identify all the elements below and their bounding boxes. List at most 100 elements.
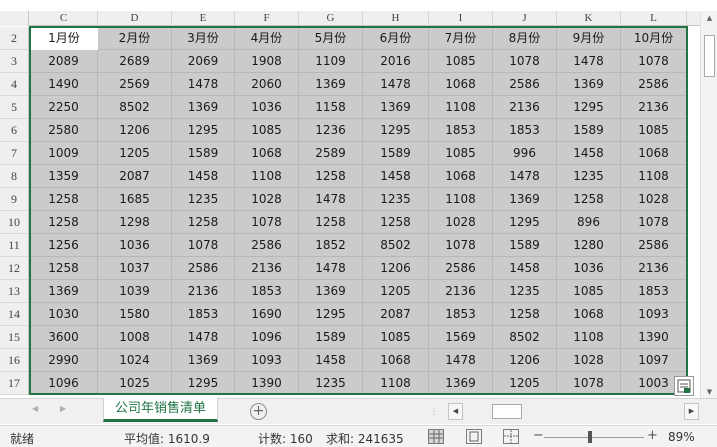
grid-cell[interactable]: 10月份 <box>621 27 687 50</box>
grid-cell[interactable]: 8502 <box>493 326 557 349</box>
grid-cell[interactable]: 1205 <box>98 142 172 165</box>
grid-cell[interactable]: 1205 <box>363 280 429 303</box>
grid-cell[interactable]: 1853 <box>429 303 493 326</box>
row-header[interactable]: 13 <box>0 280 29 303</box>
row-header[interactable]: 12 <box>0 257 29 280</box>
grid-cell[interactable]: 1369 <box>363 96 429 119</box>
grid-cell[interactable]: 2586 <box>429 257 493 280</box>
zoom-out-button[interactable]: − <box>533 428 544 443</box>
grid-cell[interactable]: 9月份 <box>557 27 621 50</box>
grid-cell[interactable]: 1690 <box>235 303 299 326</box>
grid-cell[interactable]: 2586 <box>493 73 557 96</box>
grid-cell[interactable]: 1068 <box>621 142 687 165</box>
grid-cell[interactable]: 1569 <box>429 326 493 349</box>
column-header[interactable]: F <box>235 11 299 26</box>
grid-cell[interactable]: 2016 <box>363 50 429 73</box>
grid-cell[interactable]: 1258 <box>363 211 429 234</box>
grid-cell[interactable]: 2060 <box>235 73 299 96</box>
zoom-in-button[interactable]: + <box>647 428 658 443</box>
row-header[interactable]: 11 <box>0 234 29 257</box>
grid-cell[interactable]: 1108 <box>363 372 429 395</box>
grid-cell[interactable]: 1478 <box>172 73 235 96</box>
grid-cell[interactable]: 1085 <box>429 142 493 165</box>
grid-cell[interactable]: 1078 <box>172 234 235 257</box>
select-all-corner[interactable] <box>0 11 29 26</box>
grid-cell[interactable]: 1236 <box>299 119 363 142</box>
grid-cell[interactable]: 2586 <box>235 234 299 257</box>
grid-cell[interactable]: 1685 <box>98 188 172 211</box>
grid-cell[interactable]: 1258 <box>30 211 98 234</box>
grid-cell[interactable]: 1295 <box>172 119 235 142</box>
grid-cell[interactable]: 1258 <box>30 188 98 211</box>
grid-cell[interactable]: 2586 <box>621 73 687 96</box>
row-header[interactable]: 4 <box>0 73 29 96</box>
grid-cell[interactable]: 1068 <box>429 165 493 188</box>
empty-cells[interactable] <box>690 27 700 395</box>
grid-cell[interactable]: 1030 <box>30 303 98 326</box>
row-header[interactable]: 10 <box>0 211 29 234</box>
grid-cell[interactable]: 2087 <box>98 165 172 188</box>
grid-cell[interactable]: 1853 <box>493 119 557 142</box>
page-layout-icon[interactable] <box>466 429 482 444</box>
grid-cell[interactable]: 1256 <box>30 234 98 257</box>
tab-split-handle[interactable]: ⋮ <box>430 407 438 416</box>
grid-cell[interactable]: 1108 <box>621 165 687 188</box>
grid-cell[interactable]: 1369 <box>172 349 235 372</box>
grid-cell[interactable]: 1258 <box>30 257 98 280</box>
grid-cell[interactable]: 5月份 <box>299 27 363 50</box>
grid-cell[interactable]: 1078 <box>235 211 299 234</box>
grid-cell[interactable]: 1235 <box>363 188 429 211</box>
grid-cell[interactable]: 6月份 <box>363 27 429 50</box>
grid-cell[interactable]: 1109 <box>299 50 363 73</box>
grid-cell[interactable]: 1085 <box>557 280 621 303</box>
grid-cell[interactable]: 2586 <box>172 257 235 280</box>
row-header[interactable]: 14 <box>0 303 29 326</box>
grid-cell[interactable]: 8502 <box>363 234 429 257</box>
row-header[interactable]: 17 <box>0 372 29 395</box>
grid-cell[interactable]: 1369 <box>299 280 363 303</box>
grid-cell[interactable]: 1908 <box>235 50 299 73</box>
grid-cell[interactable]: 1158 <box>299 96 363 119</box>
grid-cell[interactable]: 1852 <box>299 234 363 257</box>
grid-cell[interactable]: 2589 <box>299 142 363 165</box>
zoom-slider-track[interactable] <box>544 437 644 438</box>
grid-cell[interactable]: 1206 <box>493 349 557 372</box>
grid-cell[interactable]: 2689 <box>98 50 172 73</box>
grid-cell[interactable]: 1295 <box>557 96 621 119</box>
grid-cell[interactable]: 1036 <box>557 257 621 280</box>
vertical-scrollbar[interactable]: ▲ ▼ <box>700 11 717 400</box>
grid-cell[interactable]: 1078 <box>621 211 687 234</box>
row-header[interactable]: 16 <box>0 349 29 372</box>
grid-cell[interactable]: 1369 <box>493 188 557 211</box>
grid-cell[interactable]: 1108 <box>429 96 493 119</box>
add-sheet-button[interactable]: + <box>250 403 267 420</box>
grid-cell[interactable]: 1093 <box>235 349 299 372</box>
grid-cell[interactable]: 1235 <box>557 165 621 188</box>
grid-cell[interactable]: 1025 <box>98 372 172 395</box>
grid-cell[interactable]: 1205 <box>493 372 557 395</box>
grid-cell[interactable]: 1235 <box>299 372 363 395</box>
grid-cell[interactable]: 1478 <box>299 188 363 211</box>
grid-cell[interactable]: 1036 <box>98 234 172 257</box>
row-header[interactable]: 3 <box>0 50 29 73</box>
grid-cell[interactable]: 1028 <box>557 349 621 372</box>
grid-cell[interactable]: 1490 <box>30 73 98 96</box>
prev-sheet-icon[interactable]: ◀ <box>32 404 38 413</box>
horizontal-scroll-thumb[interactable] <box>492 404 522 419</box>
grid-cell[interactable]: 896 <box>557 211 621 234</box>
grid-cell[interactable]: 2586 <box>621 234 687 257</box>
grid-cell[interactable]: 1068 <box>557 303 621 326</box>
grid-cell[interactable]: 1458 <box>172 165 235 188</box>
grid-cell[interactable]: 1369 <box>557 73 621 96</box>
grid-cell[interactable]: 1108 <box>557 326 621 349</box>
grid-cell[interactable]: 2087 <box>363 303 429 326</box>
column-header[interactable]: D <box>98 11 172 26</box>
column-header[interactable]: H <box>363 11 429 26</box>
scroll-up-icon[interactable]: ▲ <box>701 11 717 25</box>
grid-cell[interactable]: 1068 <box>363 349 429 372</box>
grid-cell[interactable]: 1036 <box>235 96 299 119</box>
row-header[interactable]: 8 <box>0 165 29 188</box>
grid-cell[interactable]: 1589 <box>172 142 235 165</box>
grid-cell[interactable]: 3月份 <box>172 27 235 50</box>
grid-cell[interactable]: 1235 <box>493 280 557 303</box>
